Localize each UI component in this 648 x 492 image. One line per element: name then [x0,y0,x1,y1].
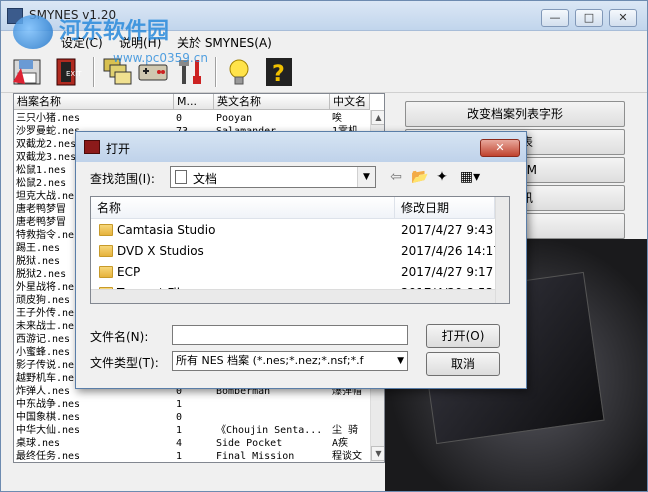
minimize-button[interactable]: — [541,9,569,27]
rom-filename: 中华大仙.nes [16,425,81,436]
list-item[interactable]: 中华大仙.nes 1 《Choujin Senta... 尘 骑 [14,424,370,437]
rom-filename: 三只小猪.nes [16,113,81,124]
dialog-app-icon [84,140,100,154]
list-item[interactable]: 桌球.nes 4 Side Pocket A疾 [14,437,370,450]
main-window: SMYNES v1.20 — □ ✕ 设定(C) 说明(H) 关於 SMYNES… [0,0,648,492]
list-item[interactable]: 中东战争.nes 1 [14,398,370,411]
window-stack-icon[interactable] [101,56,133,88]
up-folder-icon[interactable]: 📂 [410,168,430,186]
rom-mapper: 0 [176,113,183,124]
app-icon [7,8,23,24]
rom-chinese-name: A疾 [332,438,349,449]
rom-english-name: 《Choujin Senta... [216,425,323,436]
exit-door-icon[interactable]: EXIT [51,56,83,88]
column-header-chinese-name[interactable]: 中文名 [330,94,370,110]
rom-mapper: 1 [176,399,183,410]
chevron-down-icon[interactable]: ▼ [357,167,375,187]
chevron-down-icon: ▼ [397,356,404,366]
list-item[interactable]: 中国象棋.nes 0 [14,411,370,424]
open-button[interactable]: 打开(O) [426,324,500,348]
menu-help[interactable]: 说明(H) [119,34,161,51]
dialog-close-button[interactable]: ✕ [480,139,520,157]
svg-text:?: ? [272,62,285,87]
filename-label: 文件名(N): [90,330,149,344]
filetype-label: 文件类型(T): [90,356,159,370]
svg-text:EXIT: EXIT [66,70,82,78]
rom-chinese-name: 尘 骑 [332,425,359,436]
rom-mapper: 1 [176,451,183,462]
rom-chinese-name: 唉 [332,113,342,124]
filetype-select[interactable]: 所有 NES 档案 (*.nes;*.nez;*.nsf;*.f ▼ [172,351,408,371]
toolbar-separator [215,57,217,87]
change-list-font-button[interactable]: 改变档案列表字形 [405,101,625,127]
column-header-english-name[interactable]: 英文名称 [214,94,330,110]
filename-input[interactable] [172,325,408,345]
toolbar-separator [93,57,95,87]
column-header-modified[interactable]: 修改日期 [395,197,495,219]
toolbar: EXIT ? [1,51,647,93]
title-bar[interactable]: SMYNES v1.20 — □ ✕ [1,1,647,31]
documents-folder-icon [175,170,187,184]
gamepad-icon[interactable] [137,56,169,88]
file-list[interactable]: 名称 修改日期 Camtasia Studio 2017/4/27 9:43 DVD… [90,196,510,304]
file-name: Camtasia Studio [117,223,216,237]
back-arrow-icon[interactable]: ⇦ [386,168,406,186]
folder-icon [99,266,113,278]
look-in-label: 查找范围(I): [90,172,155,186]
rom-mapper: 1 [176,425,183,436]
folder-icon [99,224,113,236]
view-menu-icon[interactable]: ▦▾ [456,168,484,186]
maximize-button[interactable]: □ [575,9,603,27]
rom-filename: 中东战争.nes [16,399,81,410]
rom-english-name: Side Pocket [216,438,283,449]
dialog-title: 打开 [106,142,131,156]
file-name: DVD X Studios [117,244,204,258]
menu-settings[interactable]: 设定(C) [61,34,103,51]
dialog-title-bar[interactable]: 打开 ✕ [76,132,526,162]
list-item[interactable]: 三只小猪.nes 0 Pooyan 唉 [14,112,370,125]
rom-filename: 最终任务.nes [16,451,81,462]
filetype-value: 所有 NES 档案 (*.nes;*.nez;*.nsf;*.f [176,354,364,367]
rom-english-name: Final Mission [216,451,295,462]
menu-about[interactable]: 关於 SMYNES(A) [177,34,272,51]
folder-icon [99,245,113,257]
new-folder-icon[interactable]: ✦ [432,168,452,186]
rom-mapper: 4 [176,438,183,449]
rom-filename: 桌球.nes [16,438,61,449]
column-header-filename[interactable]: 档案名称 [14,94,174,110]
column-header-name[interactable]: 名称 [91,197,395,219]
scroll-down-arrow-icon[interactable]: ▼ [371,446,384,461]
file-row[interactable]: ECP 2017/4/27 9:17 [91,262,495,283]
file-modified-date: 2017/4/27 9:43 [401,223,494,237]
rom-filename: 中国象棋.nes [16,412,81,423]
close-button[interactable]: ✕ [609,9,637,27]
file-list-hscrollbar[interactable] [91,289,495,303]
file-modified-date: 2017/4/26 14:17 [401,244,501,258]
scroll-up-arrow-icon[interactable]: ▲ [371,110,384,125]
file-modified-date: 2017/4/27 9:17 [401,265,494,279]
window-title: SMYNES v1.20 [29,8,117,22]
file-row[interactable]: Camtasia Studio 2017/4/27 9:43 [91,220,495,241]
floppy-disk-icon[interactable] [11,56,43,88]
tools-icon[interactable] [175,56,207,88]
file-name: ECP [117,265,141,279]
rom-english-name: Pooyan [216,113,253,124]
file-row[interactable]: DVD X Studios 2017/4/26 14:17 [91,241,501,262]
look-in-dropdown[interactable]: 文档 ▼ [170,166,376,188]
column-header-mapper[interactable]: M... [174,94,214,110]
cancel-button[interactable]: 取消 [426,352,500,376]
menu-bar: 设定(C) 说明(H) 关於 SMYNES(A) [1,31,647,51]
help-question-icon[interactable]: ? [263,56,295,88]
lightbulb-icon[interactable] [223,56,255,88]
rom-chinese-name: 程谈文 [332,451,362,462]
list-item[interactable]: 最终任务.nes 1 Final Mission 程谈文 [14,450,370,462]
file-list-scrollbar[interactable] [495,197,509,303]
open-file-dialog: 打开 ✕ 查找范围(I): 文档 ▼ ⇦ 📂 ✦ ▦▾ 名称 修改日期 Camt… [75,131,527,389]
rom-mapper: 0 [176,412,183,423]
look-in-value: 文档 [193,172,218,186]
